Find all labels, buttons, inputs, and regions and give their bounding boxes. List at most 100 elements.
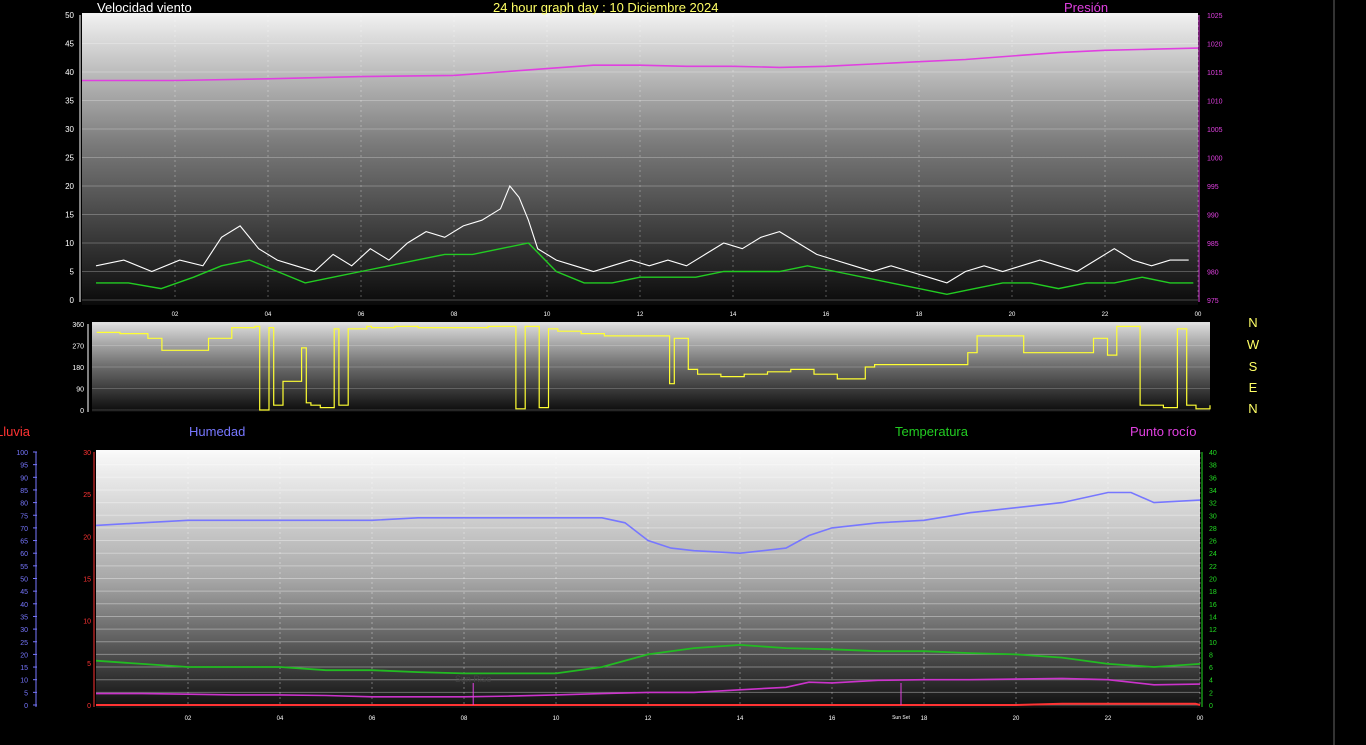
lower-x-tick: 22 xyxy=(1105,716,1112,722)
direction-axis-tick: 270 xyxy=(72,344,84,351)
lower-x-tick: 06 xyxy=(369,716,376,722)
temperature-axis-tick: 6 xyxy=(1209,665,1213,672)
wind-x-tick: 06 xyxy=(358,312,365,318)
temperature-axis-tick: 16 xyxy=(1209,602,1217,609)
wind-x-tick: 14 xyxy=(730,312,737,318)
wind-x-tick: 18 xyxy=(916,312,923,318)
rain-axis-tick: 85 xyxy=(20,488,28,495)
wind-axis-tick: 25 xyxy=(65,154,74,163)
wind-x-tick: 10 xyxy=(544,312,551,318)
rain-axis-tick: 5 xyxy=(24,690,28,697)
pressure-axis-tick: 1025 xyxy=(1207,13,1223,20)
sunset-label: Sun Set xyxy=(892,715,910,721)
rain-axis-tick: 15 xyxy=(20,665,28,672)
rain-axis-tick: 65 xyxy=(20,539,28,546)
rain-axis-tick: 35 xyxy=(20,614,28,621)
rain-axis-tick: 60 xyxy=(20,551,28,558)
lower-x-tick: 18 xyxy=(921,716,928,722)
temperature-axis-tick: 4 xyxy=(1209,678,1213,685)
temperature-axis-tick: 34 xyxy=(1209,488,1217,495)
inner-axis-tick: 30 xyxy=(83,450,91,457)
lower-x-tick: 14 xyxy=(737,716,744,722)
temperature-axis-tick: 24 xyxy=(1209,551,1217,558)
rain-axis-tick: 30 xyxy=(20,627,28,634)
rain-axis-tick: 90 xyxy=(20,475,28,482)
temperature-axis-tick: 38 xyxy=(1209,463,1217,470)
wind-axis-tick: 40 xyxy=(65,68,74,77)
inner-axis-tick: 5 xyxy=(87,661,91,668)
temperature-axis-tick: 10 xyxy=(1209,640,1217,647)
page-title: 24 hour graph day : 10 Diciembre 2024 xyxy=(493,0,719,15)
direction-axis-tick: 90 xyxy=(76,387,84,394)
pressure-axis-tick: 995 xyxy=(1207,184,1219,191)
wind-x-tick: 04 xyxy=(265,312,272,318)
wind-speed-label: Velocidad viento xyxy=(97,0,192,15)
rain-axis-tick: 25 xyxy=(20,640,28,647)
wind-x-tick: 16 xyxy=(823,312,830,318)
wind-x-tick: 00 xyxy=(1195,312,1202,318)
rain-axis-tick: 0 xyxy=(24,703,28,710)
wind-x-tick: 02 xyxy=(172,312,179,318)
inner-axis-tick: 25 xyxy=(83,492,91,499)
lower-x-tick: 04 xyxy=(277,716,284,722)
direction-axis-tick: 0 xyxy=(80,408,84,415)
lower-x-tick: 12 xyxy=(645,716,652,722)
temperature-axis-tick: 20 xyxy=(1209,577,1217,584)
pressure-axis-tick: 975 xyxy=(1207,298,1219,305)
weather-charts-svg: 0510152025303540455097598098599099510001… xyxy=(16,0,1335,745)
pressure-axis-tick: 1005 xyxy=(1207,127,1223,134)
temperature-axis-tick: 2 xyxy=(1209,690,1213,697)
wind-x-tick: 12 xyxy=(637,312,644,318)
weather-dashboard: 0 5 10 15 20 25 30 35 40 45 50 975 980 985 990 995 1000 1… xyxy=(0,0,1366,745)
rain-axis-tick: 20 xyxy=(20,652,28,659)
pressure-axis-tick: 1000 xyxy=(1207,156,1223,163)
temperature-axis-tick: 0 xyxy=(1209,703,1213,710)
direction-axis-tick: 360 xyxy=(72,322,84,329)
rain-label: Lluvia xyxy=(0,424,30,439)
rain-axis-tick: 55 xyxy=(20,564,28,571)
lower-x-tick: 10 xyxy=(553,716,560,722)
temperature-axis-tick: 28 xyxy=(1209,526,1217,533)
compass-letter-e: E xyxy=(1248,380,1258,395)
wind-axis-tick: 0 xyxy=(70,296,75,305)
wind-axis-tick: 50 xyxy=(65,11,74,20)
rain-axis-tick: 80 xyxy=(20,501,28,508)
lower-x-tick: 00 xyxy=(1197,716,1204,722)
dewpoint-label: Punto rocío xyxy=(1130,424,1197,439)
wind-axis-tick: 15 xyxy=(65,211,74,220)
rain-axis-tick: 70 xyxy=(20,526,28,533)
pressure-axis-tick: 990 xyxy=(1207,213,1219,220)
inner-axis-tick: 10 xyxy=(83,619,91,626)
pressure-axis-tick: 980 xyxy=(1207,270,1219,277)
temperature-axis-tick: 8 xyxy=(1209,652,1213,659)
temperature-axis-tick: 18 xyxy=(1209,589,1217,596)
sunrise-label: Sun Rise xyxy=(455,674,492,684)
wind-axis-tick: 30 xyxy=(65,125,74,134)
wind-axis-tick: 5 xyxy=(70,268,75,277)
inner-axis-tick: 15 xyxy=(83,577,91,584)
compass-letter-n-bottom: N xyxy=(1248,401,1258,416)
rain-axis-tick: 50 xyxy=(20,577,28,584)
temperature-axis-tick: 40 xyxy=(1209,450,1217,457)
rain-axis-tick: 95 xyxy=(20,463,28,470)
rain-axis-tick: 75 xyxy=(20,513,28,520)
temperature-axis-tick: 12 xyxy=(1209,627,1217,634)
wind-axis-tick: 35 xyxy=(65,97,74,106)
pressure-axis-tick: 1015 xyxy=(1207,70,1223,77)
inner-axis-tick: 0 xyxy=(87,703,91,710)
wind-axis-tick: 10 xyxy=(65,239,74,248)
rain-axis-tick: 100 xyxy=(16,450,28,457)
humidity-label: Humedad xyxy=(189,424,246,439)
compass-letter-s: S xyxy=(1248,359,1258,374)
rain-axis-tick: 40 xyxy=(20,602,28,609)
pressure-axis-tick: 1020 xyxy=(1207,42,1223,49)
temperature-axis-tick: 26 xyxy=(1209,539,1217,546)
lower-x-tick: 02 xyxy=(185,716,192,722)
temperature-axis-tick: 36 xyxy=(1209,475,1217,482)
lower-x-tick: 08 xyxy=(461,716,468,722)
temperature-axis-tick: 30 xyxy=(1209,513,1217,520)
wind-axis-tick: 45 xyxy=(65,40,74,49)
pressure-axis-tick: 1010 xyxy=(1207,99,1223,106)
pressure-axis-tick: 985 xyxy=(1207,241,1219,248)
wind-x-tick: 20 xyxy=(1009,312,1016,318)
